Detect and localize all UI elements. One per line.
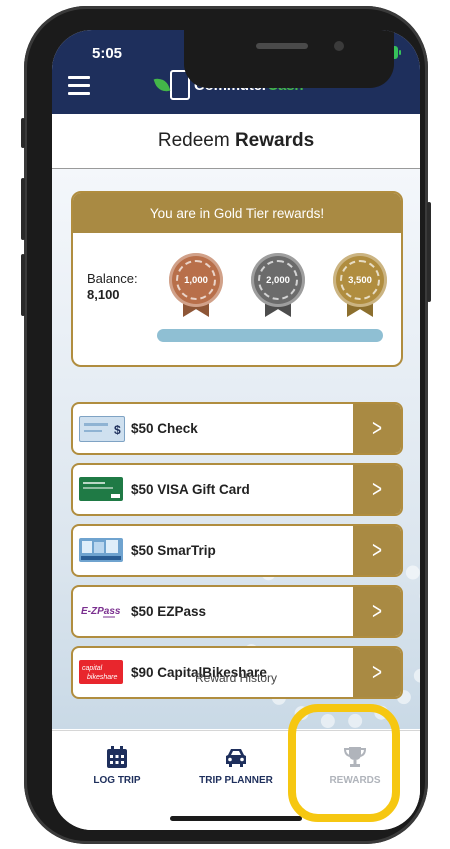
- power-button: [427, 202, 431, 302]
- reward-smartrip[interactable]: $50 SmarTrip >: [71, 524, 403, 577]
- balance-value: 8,100: [87, 287, 120, 302]
- device-notch: [184, 30, 394, 88]
- calendar-icon: [104, 745, 130, 769]
- chevron-right-icon[interactable]: >: [353, 587, 401, 636]
- leaf-icon: [153, 75, 171, 95]
- silver-medal-icon: 2,000: [251, 253, 305, 323]
- highlight-circle: [288, 704, 400, 822]
- status-time: 5:05: [92, 45, 123, 62]
- gold-medal-icon: 3,500: [333, 253, 387, 323]
- tier-progress-bar: [157, 329, 383, 342]
- balance-label: Balance:: [87, 271, 138, 286]
- chevron-right-icon[interactable]: >: [353, 526, 401, 575]
- mute-switch: [21, 118, 25, 148]
- bronze-medal-icon: 1,000: [169, 253, 223, 323]
- nav-trip-planner[interactable]: TRIP PLANNER: [181, 745, 291, 786]
- volume-down-button: [21, 254, 25, 316]
- medal-label: 2,000: [251, 253, 305, 307]
- hamburger-menu-icon[interactable]: [68, 76, 90, 95]
- medal-label: 3,500: [333, 253, 387, 307]
- page-title-bar: Redeem Rewards: [52, 114, 420, 169]
- tier-card: You are in Gold Tier rewards! Balance: 8…: [71, 191, 403, 367]
- reward-label: $50 EZPass: [131, 604, 207, 619]
- car-icon: [223, 745, 249, 769]
- chevron-right-icon[interactable]: >: [353, 465, 401, 514]
- home-indicator: [170, 816, 302, 821]
- chevron-right-icon[interactable]: >: [353, 404, 401, 453]
- reward-ezpass[interactable]: E-ZPass $50 EZPass >: [71, 585, 403, 638]
- smartrip-card-thumbnail: [79, 538, 123, 562]
- balance: Balance: 8,100: [87, 271, 138, 302]
- reward-label: $50 Check: [131, 421, 198, 436]
- ezpass-logo: E-ZPass: [79, 599, 123, 623]
- nav-label: LOG TRIP: [93, 775, 141, 786]
- reward-label: $50 SmarTrip: [131, 543, 216, 558]
- tier-banner: You are in Gold Tier rewards!: [73, 193, 401, 233]
- rewards-content[interactable]: You are in Gold Tier rewards! Balance: 8…: [52, 169, 420, 729]
- check-thumbnail: $: [79, 416, 125, 442]
- reward-check[interactable]: $ $50 Check >: [71, 402, 403, 455]
- nav-log-trip[interactable]: LOG TRIP: [62, 745, 172, 786]
- page-title: Redeem Rewards: [157, 130, 315, 151]
- nav-label: TRIP PLANNER: [199, 775, 273, 786]
- medal-label: 1,000: [169, 253, 223, 307]
- svg-text:$: $: [114, 423, 121, 437]
- svg-text:E-ZPass: E-ZPass: [81, 606, 121, 617]
- reward-visa-gift-card[interactable]: $50 VISA Gift Card >: [71, 463, 403, 516]
- visa-card-thumbnail: [79, 477, 123, 501]
- reward-history-link[interactable]: Reward History: [52, 671, 420, 685]
- volume-up-button: [21, 178, 25, 240]
- reward-label: $50 VISA Gift Card: [131, 482, 250, 497]
